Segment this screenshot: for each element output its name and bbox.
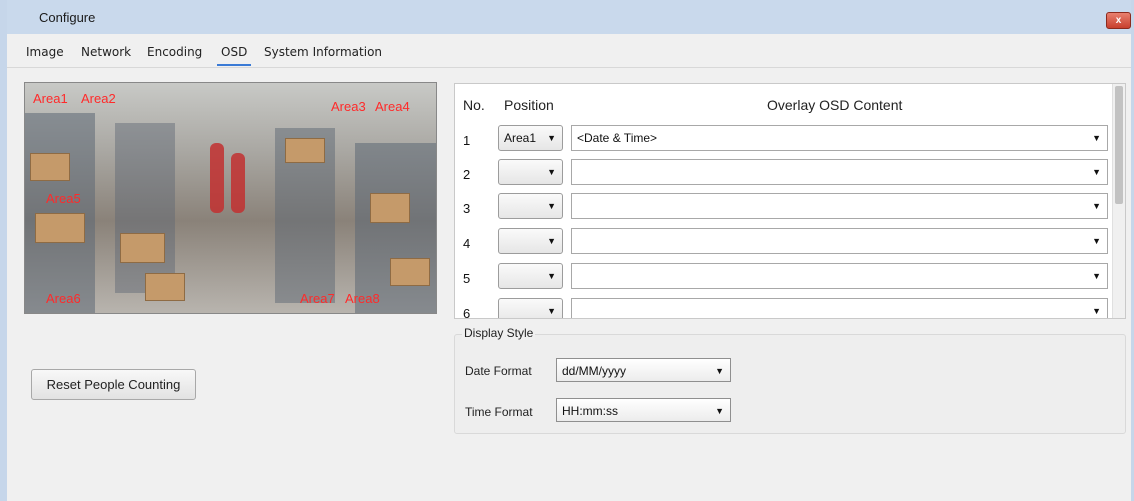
tab-system-information[interactable]: System Information (260, 42, 386, 66)
osd-table: No. Position Overlay OSD Content 1 Area1… (454, 83, 1126, 319)
box-graphic (370, 193, 410, 223)
position-select[interactable]: ▼ (498, 298, 563, 318)
box-graphic (285, 138, 325, 163)
position-select[interactable]: ▼ (498, 228, 563, 254)
header-overlay-content: Overlay OSD Content (767, 97, 903, 113)
osd-content-select[interactable]: ▼ (571, 159, 1108, 185)
configure-window: Configure x Image Network Encoding OSD S… (0, 0, 1134, 501)
dropdown-arrow-icon: ▼ (547, 271, 556, 281)
position-value: Area1 (504, 131, 537, 145)
box-graphic (30, 153, 70, 181)
position-select[interactable]: Area1 ▼ (498, 125, 563, 151)
dropdown-arrow-icon: ▼ (547, 167, 556, 177)
area7-label: Area7 (300, 291, 335, 306)
header-position: Position (504, 97, 554, 113)
person-graphic (210, 143, 224, 213)
close-button[interactable]: x (1106, 12, 1131, 29)
dropdown-arrow-icon: ▼ (715, 406, 724, 416)
row-number: 6 (463, 306, 471, 319)
area1-label: Area1 (33, 91, 68, 106)
row-number: 4 (463, 236, 471, 251)
dropdown-arrow-icon: ▼ (1092, 306, 1101, 316)
scrollbar-thumb[interactable] (1115, 86, 1123, 204)
dropdown-arrow-icon: ▼ (1092, 167, 1101, 177)
tab-osd[interactable]: OSD (217, 42, 252, 66)
box-graphic (390, 258, 430, 286)
header-no: No. (463, 97, 485, 113)
date-format-value: dd/MM/yyyy (562, 364, 627, 378)
position-select[interactable]: ▼ (498, 263, 563, 289)
dropdown-arrow-icon: ▼ (1092, 236, 1101, 246)
osd-content-select[interactable]: <Date & Time> ▼ (571, 125, 1108, 151)
position-select[interactable]: ▼ (498, 193, 563, 219)
tab-network[interactable]: Network (77, 42, 135, 66)
area6-label: Area6 (46, 291, 81, 306)
display-style-legend: Display Style (462, 326, 536, 340)
time-format-select[interactable]: HH:mm:ss ▼ (556, 398, 731, 422)
osd-content-value: <Date & Time> (577, 131, 658, 145)
time-format-label: Time Format (465, 405, 533, 419)
tab-bar: Image Network Encoding OSD System Inform… (7, 34, 1131, 68)
dropdown-arrow-icon: ▼ (547, 236, 556, 246)
person-graphic (231, 153, 245, 213)
box-graphic (35, 213, 85, 243)
date-format-select[interactable]: dd/MM/yyyy ▼ (556, 358, 731, 382)
area8-label: Area8 (345, 291, 380, 306)
dropdown-arrow-icon: ▼ (715, 366, 724, 376)
osd-content-select[interactable]: ▼ (571, 228, 1108, 254)
osd-content-select[interactable]: ▼ (571, 298, 1108, 318)
row-number: 1 (463, 133, 471, 148)
area2-label: Area2 (81, 91, 116, 106)
osd-content-select[interactable]: ▼ (571, 263, 1108, 289)
position-select[interactable]: ▼ (498, 159, 563, 185)
display-style-group: Date Format dd/MM/yyyy ▼ Time Format HH:m… (454, 334, 1126, 434)
dropdown-arrow-icon: ▼ (1092, 201, 1101, 211)
area5-label: Area5 (46, 191, 81, 206)
tab-encoding[interactable]: Encoding (143, 42, 206, 66)
dropdown-arrow-icon: ▼ (547, 133, 556, 143)
box-graphic (145, 273, 185, 301)
dropdown-arrow-icon: ▼ (547, 306, 556, 316)
tab-image[interactable]: Image (22, 42, 68, 66)
close-icon: x (1115, 15, 1122, 26)
reset-people-counting-button[interactable]: Reset People Counting (31, 369, 196, 400)
dropdown-arrow-icon: ▼ (1092, 133, 1101, 143)
area3-label: Area3 (331, 99, 366, 114)
dropdown-arrow-icon: ▼ (547, 201, 556, 211)
time-format-value: HH:mm:ss (562, 404, 618, 418)
window-title: Configure (39, 10, 96, 25)
box-graphic (120, 233, 165, 263)
title-bar: Configure x (7, 0, 1131, 34)
row-number: 5 (463, 271, 471, 286)
osd-content-select[interactable]: ▼ (571, 193, 1108, 219)
date-format-label: Date Format (465, 364, 532, 378)
row-number: 2 (463, 167, 471, 182)
shelf-graphic (355, 143, 436, 313)
shelf-graphic (115, 123, 175, 293)
dropdown-arrow-icon: ▼ (1092, 271, 1101, 281)
osd-scrollbar[interactable] (1112, 84, 1125, 318)
row-number: 3 (463, 201, 471, 216)
camera-preview[interactable]: Area1 Area2 Area3 Area4 Area5 Area6 Area… (24, 82, 437, 314)
area4-label: Area4 (375, 99, 410, 114)
